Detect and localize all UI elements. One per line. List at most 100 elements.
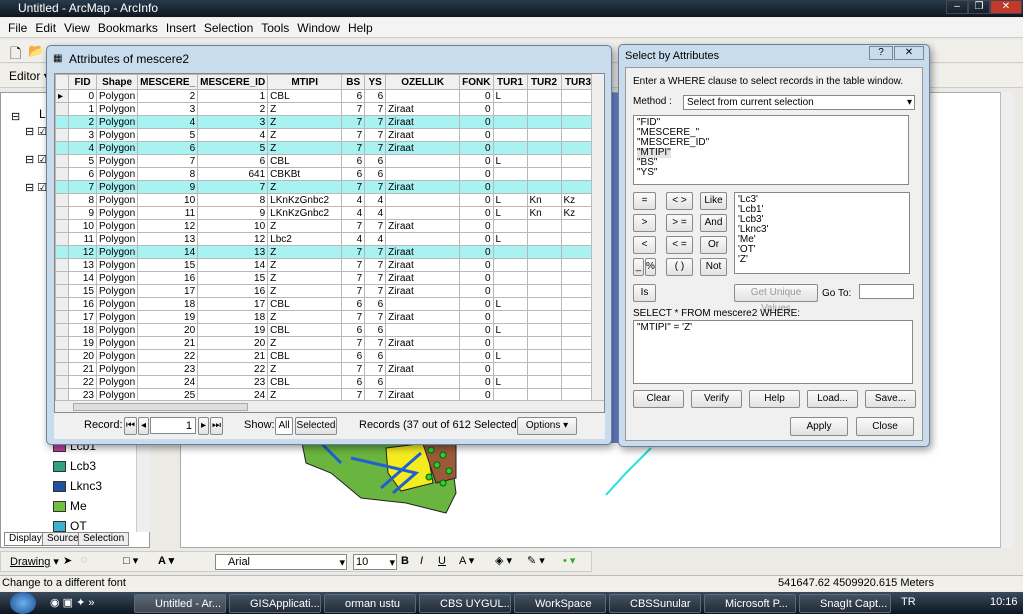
toc-tab-display[interactable]: Display — [4, 532, 47, 546]
cell-mescere-id[interactable]: 19 — [197, 323, 269, 337]
cell-ys[interactable]: 7 — [364, 336, 387, 350]
cell-tur1[interactable] — [492, 167, 528, 181]
row-selector[interactable] — [55, 362, 69, 376]
minimize-button[interactable]: – — [946, 0, 968, 14]
cell-mtipi[interactable]: CBKBt — [267, 167, 343, 181]
column-header-mtipi[interactable]: MTIPI — [267, 74, 343, 90]
cell-shape[interactable]: Polygon — [95, 219, 139, 233]
record-input[interactable]: 1 — [150, 417, 196, 434]
cell-mescere-id[interactable]: 9 — [197, 206, 269, 220]
table-row[interactable]: 15 Polygon 17 16 Z 7 7 Ziraat 0 — [55, 284, 596, 298]
cell-mescere-id[interactable]: 22 — [197, 362, 269, 376]
method-select[interactable]: Select from current selection ▾ — [683, 95, 915, 110]
help-icon[interactable]: ? — [869, 46, 893, 60]
cell-fid[interactable]: 8 — [68, 193, 97, 207]
legend-item[interactable]: Me — [53, 499, 87, 513]
cell-ys[interactable]: 7 — [364, 245, 387, 259]
cell-tur3[interactable] — [560, 89, 596, 103]
cell-mescere-id[interactable]: 6 — [197, 154, 269, 168]
cell-tur1[interactable] — [492, 115, 528, 129]
cell-mtipi[interactable]: Z — [267, 258, 343, 272]
cell-tur2[interactable] — [526, 349, 562, 363]
cell-shape[interactable]: Polygon — [95, 89, 139, 103]
cell-tur2[interactable] — [526, 115, 562, 129]
verify-button[interactable]: Verify — [691, 390, 742, 408]
marker-color-icon[interactable]: • ▾ — [563, 554, 575, 567]
cell-tur3[interactable]: Kz — [560, 193, 596, 207]
cell-tur2[interactable] — [526, 232, 562, 246]
cell-tur1[interactable] — [492, 219, 528, 233]
toc-tab-selection[interactable]: Selection — [78, 532, 130, 546]
table-row[interactable]: 16 Polygon 18 17 CBL 6 6 0 L — [55, 297, 596, 311]
cell-mtipi[interactable]: Z — [267, 362, 343, 376]
text-icon[interactable]: A ▾ — [158, 554, 174, 567]
cell-fonk[interactable]: 0 — [459, 232, 494, 246]
menu-tools[interactable]: Tools — [261, 21, 289, 35]
cell-tur2[interactable] — [526, 245, 562, 259]
taskbar-item[interactable]: WorkSpace — [514, 594, 606, 613]
operator-button[interactable]: < > — [666, 192, 693, 210]
language-indicator[interactable]: TR — [901, 596, 916, 608]
table-row[interactable]: 3 Polygon 5 4 Z 7 7 Ziraat 0 — [55, 128, 596, 142]
editor-menu[interactable]: Editor — [9, 69, 40, 83]
cell-fid[interactable]: 10 — [68, 219, 97, 233]
cell-tur2[interactable] — [526, 128, 562, 142]
cell-mescere-[interactable]: 10 — [137, 193, 199, 207]
cell-tur1[interactable] — [492, 336, 528, 350]
select-arrow-icon[interactable]: ➤ — [63, 554, 72, 567]
cell-ys[interactable]: 6 — [364, 323, 387, 337]
cell-fonk[interactable]: 0 — [459, 336, 494, 350]
cell-shape[interactable]: Polygon — [95, 323, 139, 337]
bold-button[interactable]: B — [401, 555, 409, 567]
cell-bs[interactable]: 7 — [341, 336, 366, 350]
cell-mescere-id[interactable]: 2 — [197, 102, 269, 116]
cell-bs[interactable]: 4 — [341, 206, 366, 220]
cell-mescere-[interactable]: 3 — [137, 102, 199, 116]
cell-ys[interactable]: 6 — [364, 297, 387, 311]
cell-ozellik[interactable]: Ziraat — [385, 310, 461, 324]
cell-mescere-id[interactable]: 7 — [197, 180, 269, 194]
cell-mescere-id[interactable]: 16 — [197, 284, 269, 298]
cell-ozellik[interactable] — [385, 375, 461, 389]
cell-mescere-id[interactable]: 1 — [197, 89, 269, 103]
cell-mtipi[interactable]: CBL — [267, 375, 343, 389]
table-row[interactable]: 13 Polygon 15 14 Z 7 7 Ziraat 0 — [55, 258, 596, 272]
cell-mescere-[interactable]: 17 — [137, 284, 199, 298]
cell-tur1[interactable] — [492, 284, 528, 298]
column-header-fid[interactable]: FID — [68, 74, 97, 90]
cell-tur2[interactable] — [526, 219, 562, 233]
table-row[interactable]: 22 Polygon 24 23 CBL 6 6 0 L — [55, 375, 596, 389]
cell-mescere-[interactable]: 5 — [137, 128, 199, 142]
cell-bs[interactable]: 7 — [341, 271, 366, 285]
cell-ys[interactable]: 6 — [364, 349, 387, 363]
cell-bs[interactable]: 4 — [341, 232, 366, 246]
row-selector[interactable] — [55, 128, 69, 142]
cell-mtipi[interactable]: Z — [267, 219, 343, 233]
cell-ys[interactable]: 7 — [364, 180, 387, 194]
cell-fonk[interactable]: 0 — [459, 180, 494, 194]
cell-bs[interactable]: 6 — [341, 349, 366, 363]
cell-fonk[interactable]: 0 — [459, 219, 494, 233]
cell-shape[interactable]: Polygon — [95, 362, 139, 376]
row-selector[interactable] — [55, 310, 69, 324]
cell-tur2[interactable] — [526, 297, 562, 311]
cell-tur1[interactable]: L — [492, 375, 528, 389]
help-button[interactable]: Help — [749, 390, 800, 408]
cell-bs[interactable]: 7 — [341, 141, 366, 155]
taskbar-item[interactable]: CBS UYGUL... — [419, 594, 511, 613]
show-all-button[interactable]: All — [275, 417, 293, 435]
cell-tur2[interactable]: Kn — [526, 206, 562, 220]
cell-tur1[interactable]: L — [492, 154, 528, 168]
table-row[interactable]: 21 Polygon 23 22 Z 7 7 Ziraat 0 — [55, 362, 596, 376]
cell-shape[interactable]: Polygon — [95, 115, 139, 129]
cell-ozellik[interactable] — [385, 232, 461, 246]
cell-ozellik[interactable]: Ziraat — [385, 271, 461, 285]
cell-ozellik[interactable] — [385, 193, 461, 207]
cell-shape[interactable]: Polygon — [95, 102, 139, 116]
cell-shape[interactable]: Polygon — [95, 167, 139, 181]
cell-bs[interactable]: 6 — [341, 167, 366, 181]
cell-tur3[interactable] — [560, 115, 596, 129]
cell-mtipi[interactable]: Z — [267, 128, 343, 142]
column-header-fonk[interactable]: FONK — [459, 74, 494, 90]
menu-insert[interactable]: Insert — [166, 21, 196, 35]
